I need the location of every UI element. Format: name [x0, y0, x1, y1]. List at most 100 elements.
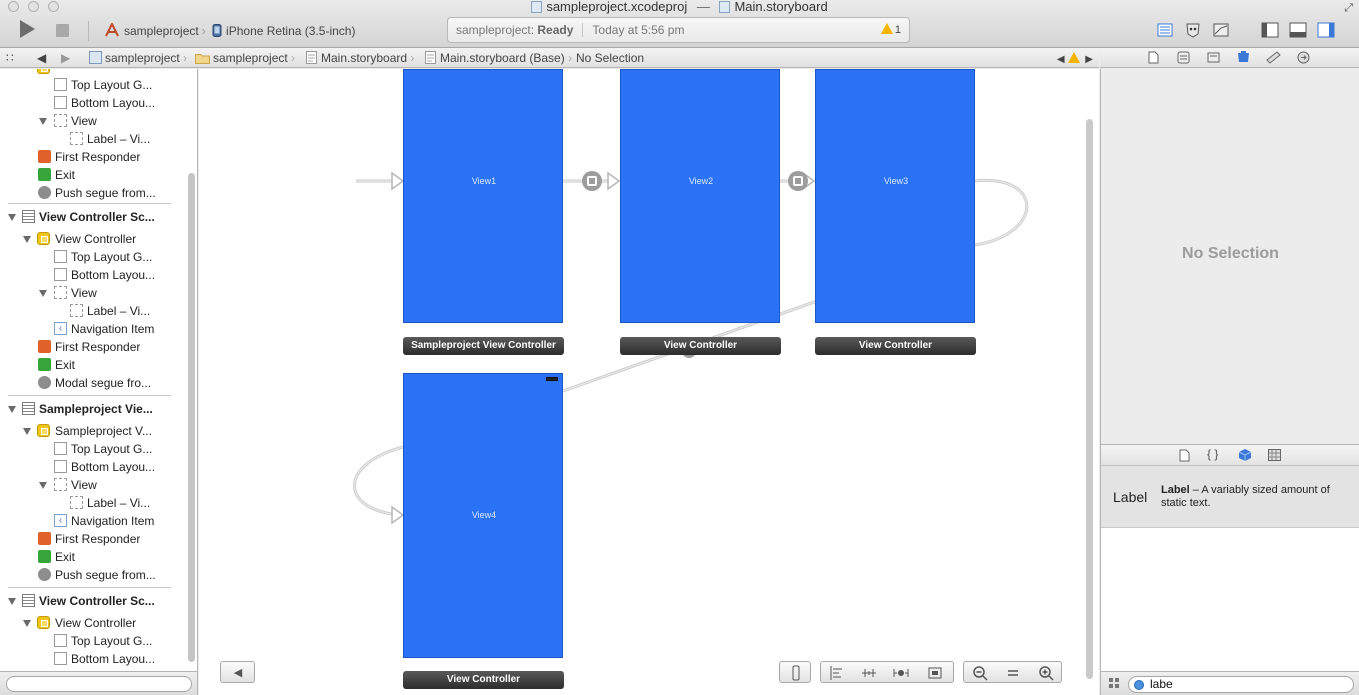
no-selection-label: No Selection — [1182, 245, 1279, 262]
zoom-fit-icon[interactable] — [1005, 665, 1021, 681]
battery-icon — [546, 377, 558, 381]
library-item-description: Label – A variably sized amount of stati… — [1161, 484, 1330, 509]
warning-icon[interactable] — [1067, 52, 1080, 63]
scene-dock-4[interactable]: View Controller — [403, 671, 564, 689]
exit-icon — [38, 168, 51, 181]
device-form-group — [779, 661, 811, 683]
inspector-selector-bar — [1100, 48, 1359, 68]
zoom-in-icon[interactable] — [1038, 665, 1054, 681]
attributes-inspector-icon[interactable] — [1236, 50, 1251, 65]
breadcrumb-selection[interactable]: No Selection — [576, 48, 644, 68]
assistant-editor-icon[interactable] — [1183, 20, 1203, 40]
storyboard-base-icon — [425, 51, 436, 64]
size-inspector-icon[interactable] — [1266, 51, 1281, 64]
view-controller-icon — [37, 69, 50, 74]
standard-editor-icon[interactable] — [1155, 20, 1175, 40]
storyboard-canvas[interactable]: View1 Sampleproject View Controller View… — [199, 69, 1099, 695]
library-selector-bar: { } — [1100, 444, 1359, 466]
zoom-group — [963, 661, 1062, 683]
grid-view-icon[interactable] — [1109, 678, 1119, 688]
scene-dock-3[interactable]: View Controller — [815, 337, 976, 355]
scene-dock-1[interactable]: Sampleproject View Controller — [403, 337, 564, 355]
disclosure-triangle-icon[interactable] — [8, 598, 16, 605]
outline-filter-input[interactable] — [6, 676, 192, 692]
segue-modal-icon — [788, 171, 808, 191]
disclosure-triangle-icon[interactable] — [8, 406, 16, 413]
stop-button[interactable] — [56, 24, 69, 37]
view-controller-icon — [37, 616, 50, 629]
align-icon[interactable] — [829, 665, 845, 681]
file-template-icon[interactable] — [1179, 449, 1190, 462]
disclosure-triangle-icon[interactable] — [39, 290, 47, 297]
form-factor-icon[interactable] — [788, 665, 804, 681]
scene-icon — [22, 210, 35, 223]
segue-icon — [38, 376, 51, 389]
object-library-icon[interactable] — [1238, 448, 1252, 462]
fullscreen-icon[interactable]: ⤢ — [1344, 2, 1353, 15]
activity-viewer: sampleproject: Ready Today at 5:56 pm 1 — [447, 17, 910, 43]
arrowhead — [607, 171, 621, 191]
file-inspector-icon[interactable] — [1148, 51, 1159, 64]
resizing-behavior-icon[interactable] — [927, 665, 943, 681]
scene-view-2[interactable]: View2 — [620, 69, 780, 323]
forward-arrow-icon[interactable]: ▶ — [61, 48, 70, 68]
navigator-toggle-icon[interactable] — [1260, 20, 1280, 40]
storyboard-icon — [306, 51, 317, 64]
project-icon — [89, 51, 102, 64]
breadcrumb-project[interactable]: sampleproject › — [89, 48, 187, 68]
version-editor-icon[interactable] — [1211, 20, 1231, 40]
library-filter-input[interactable]: labe — [1128, 676, 1354, 693]
scheme-selector[interactable]: sampleproject › iPhone Retina (3.5-inch) — [104, 21, 355, 41]
pin-icon[interactable] — [861, 665, 877, 681]
view-toggle-control — [1258, 20, 1344, 42]
utilities-toggle-icon[interactable] — [1316, 20, 1336, 40]
navigation-item-icon: ‹ — [54, 322, 67, 335]
layout-guide-icon — [54, 78, 67, 91]
quick-help-icon[interactable] — [1177, 51, 1190, 64]
view-controller-icon — [37, 232, 50, 245]
disclosure-triangle-icon[interactable] — [23, 236, 31, 243]
debug-area-toggle-icon[interactable] — [1288, 20, 1308, 40]
first-responder-icon — [38, 150, 51, 163]
attributes-inspector: No Selection — [1100, 69, 1359, 444]
resolve-issues-icon[interactable] — [893, 665, 909, 681]
disclosure-triangle-icon[interactable] — [23, 428, 31, 435]
canvas-scrollbar[interactable] — [1086, 119, 1093, 679]
connections-inspector-icon[interactable] — [1297, 51, 1310, 64]
breadcrumb-storyboard[interactable]: Main.storyboard › — [306, 48, 414, 68]
issue-navigation: ◀ ▶ — [1057, 48, 1093, 70]
view-controller-icon — [37, 424, 50, 437]
project-file-icon — [531, 1, 543, 13]
previous-issue-icon[interactable]: ◀ — [1057, 54, 1065, 65]
identity-inspector-icon[interactable] — [1207, 51, 1220, 64]
storyboard-file-icon — [719, 1, 731, 13]
layout-guide-icon — [54, 268, 67, 281]
navigation-item-icon: ‹ — [54, 514, 67, 527]
breadcrumb-localization[interactable]: Main.storyboard (Base) › — [425, 48, 572, 68]
disclosure-triangle-icon[interactable] — [8, 214, 16, 221]
library-item-label[interactable]: Label Label – A variably sized amount of… — [1101, 466, 1359, 528]
segue-icon — [38, 186, 51, 199]
disclosure-triangle-icon[interactable] — [23, 620, 31, 627]
related-items-icon[interactable]: ∷ — [6, 48, 14, 68]
code-snippet-icon[interactable]: { } — [1207, 447, 1218, 461]
layout-guide-icon — [54, 442, 67, 455]
scene-view-4[interactable]: View4 — [403, 373, 563, 658]
outline-scrollbar[interactable] — [188, 173, 195, 662]
back-arrow-icon[interactable]: ◀ — [37, 48, 46, 68]
disclosure-triangle-icon[interactable] — [39, 118, 47, 125]
run-button[interactable] — [20, 20, 35, 38]
zoom-out-icon[interactable] — [972, 665, 988, 681]
next-issue-icon[interactable]: ▶ — [1085, 54, 1093, 65]
disclosure-triangle-icon[interactable] — [39, 482, 47, 489]
jump-bar: ∷ ◀ ▶ sampleproject › sampleproject › Ma… — [0, 48, 1099, 68]
media-library-icon[interactable] — [1268, 449, 1281, 461]
show-outline-icon[interactable]: ◀ — [230, 665, 246, 681]
view-icon — [54, 478, 67, 491]
window-title: sampleproject.xcodeproj — Main.storyboar… — [0, 0, 1359, 15]
warning-badge[interactable]: 1 — [880, 18, 901, 42]
scene-view-3[interactable]: View3 — [815, 69, 975, 323]
breadcrumb-group[interactable]: sampleproject › — [195, 48, 295, 68]
scene-view-1[interactable]: View1 — [403, 69, 563, 323]
scene-dock-2[interactable]: View Controller — [620, 337, 781, 355]
